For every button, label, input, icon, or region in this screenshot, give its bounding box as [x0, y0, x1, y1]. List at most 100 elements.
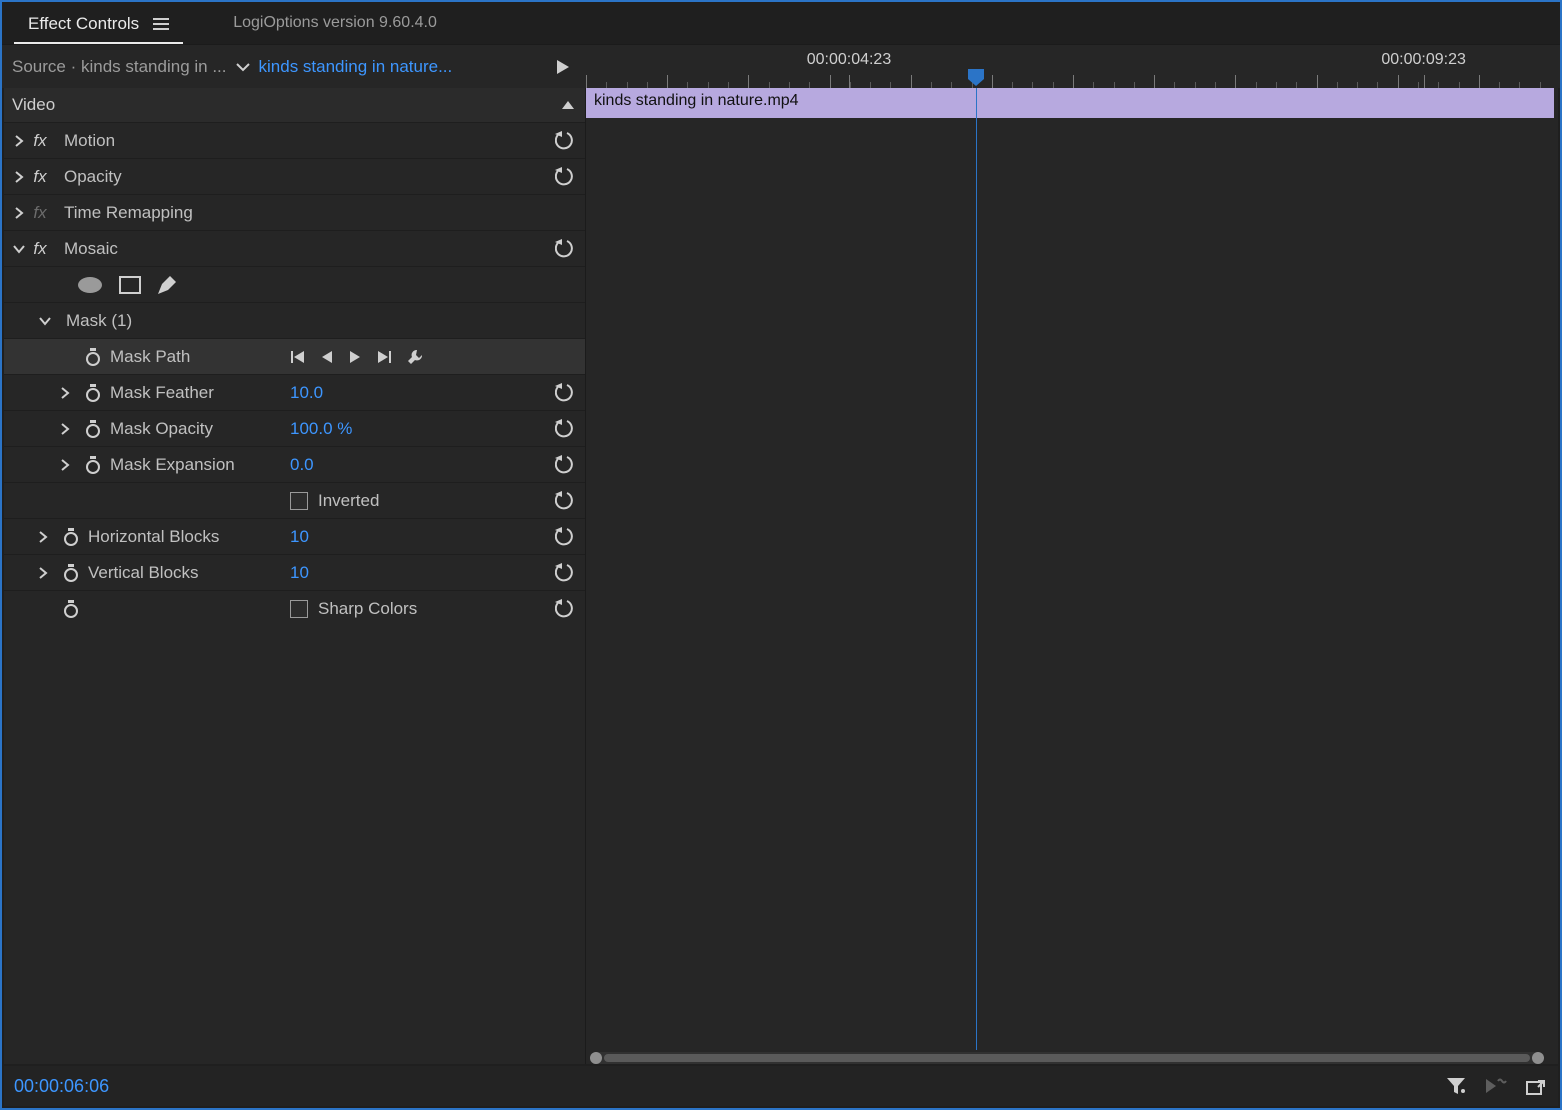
stopwatch-icon[interactable] [84, 384, 102, 402]
chevron-right-icon[interactable] [56, 387, 74, 399]
effects-timeline[interactable]: kinds standing in nature.mp4 [586, 88, 1558, 1064]
fx-badge-icon[interactable]: fx [28, 167, 52, 187]
fx-badge-icon[interactable]: fx [28, 131, 52, 151]
video-section-header[interactable]: Video [4, 88, 585, 122]
effect-label: Opacity [64, 167, 122, 187]
reset-icon[interactable] [555, 455, 577, 475]
clip-strip[interactable]: kinds standing in nature.mp4 [586, 88, 1554, 118]
effect-row-mosaic[interactable]: fx Mosaic [4, 230, 585, 266]
filter-icon[interactable] [1446, 1077, 1466, 1095]
export-frame-icon[interactable] [1526, 1077, 1548, 1095]
pen-mask-icon[interactable] [156, 274, 178, 296]
footer-bar: 00:00:06:06 [4, 1066, 1558, 1106]
property-value[interactable]: 10 [290, 563, 370, 583]
property-label: Sharp Colors [318, 599, 417, 619]
chevron-down-icon[interactable] [36, 316, 54, 326]
property-row-sharp-colors[interactable]: Sharp Colors [4, 590, 585, 626]
property-value[interactable]: 100.0 % [290, 419, 370, 439]
play-only-icon[interactable] [1484, 1077, 1508, 1095]
property-label: Mask Path [110, 347, 190, 367]
property-row-mask-expansion[interactable]: Mask Expansion 0.0 [4, 446, 585, 482]
mask-label: Mask (1) [66, 311, 132, 331]
collapse-up-icon[interactable] [561, 100, 575, 110]
property-value[interactable]: 0.0 [290, 455, 370, 475]
chevron-right-icon[interactable] [56, 459, 74, 471]
reset-icon[interactable] [555, 599, 577, 619]
playhead-line[interactable] [976, 88, 977, 1050]
rectangle-mask-icon[interactable] [118, 275, 142, 295]
stopwatch-icon[interactable] [62, 600, 80, 618]
reset-icon[interactable] [555, 527, 577, 547]
effects-tree: Video fx Motion fx [4, 88, 586, 1064]
ellipse-mask-icon[interactable] [76, 275, 104, 295]
effect-row-time-remapping[interactable]: fx Time Remapping [4, 194, 585, 230]
ruler-timecode: 00:00:04:23 [807, 51, 892, 69]
ruler-timecode: 00:00:09:23 [1381, 51, 1466, 69]
timeline-ruler[interactable]: 00:00:04:23 00:00:09:23 [586, 44, 1560, 88]
reset-icon[interactable] [555, 131, 577, 151]
tab-bar: Effect Controls LogiOptions version 9.60… [2, 2, 1560, 44]
effect-label: Time Remapping [64, 203, 193, 223]
effect-controls-panel: Effect Controls LogiOptions version 9.60… [0, 0, 1562, 1110]
mask-row[interactable]: Mask (1) [4, 302, 585, 338]
fx-badge-icon[interactable]: fx [28, 239, 52, 259]
play-audio-button[interactable] [550, 54, 576, 80]
chevron-right-icon[interactable] [34, 567, 52, 579]
current-timecode[interactable]: 00:00:06:06 [14, 1076, 109, 1097]
checkbox-inverted[interactable] [290, 492, 308, 510]
property-value[interactable]: 10.0 [290, 383, 370, 403]
property-value[interactable]: 10 [290, 527, 370, 547]
property-row-horizontal-blocks[interactable]: Horizontal Blocks 10 [4, 518, 585, 554]
wrench-icon[interactable] [406, 348, 424, 366]
property-label: Vertical Blocks [88, 563, 199, 583]
video-header-label: Video [12, 95, 55, 115]
clip-header: Source · kinds standing in ... kinds sta… [2, 44, 586, 88]
chevron-right-icon[interactable] [10, 135, 28, 147]
reset-icon[interactable] [555, 419, 577, 439]
prev-keyframe-icon[interactable] [290, 350, 306, 364]
property-label: Inverted [318, 491, 379, 511]
reset-icon[interactable] [555, 167, 577, 187]
property-row-mask-feather[interactable]: Mask Feather 10.0 [4, 374, 585, 410]
play-reverse-icon[interactable] [320, 350, 334, 364]
next-keyframe-icon[interactable] [376, 350, 392, 364]
property-row-mask-path[interactable]: Mask Path [4, 338, 585, 374]
chevron-right-icon[interactable] [34, 531, 52, 543]
chevron-right-icon[interactable] [10, 171, 28, 183]
reset-icon[interactable] [555, 491, 577, 511]
property-row-mask-opacity[interactable]: Mask Opacity 100.0 % [4, 410, 585, 446]
scroll-thumb-left-icon[interactable] [590, 1052, 602, 1064]
tab-effect-controls[interactable]: Effect Controls [14, 8, 183, 44]
property-row-vertical-blocks[interactable]: Vertical Blocks 10 [4, 554, 585, 590]
chevron-right-icon[interactable] [10, 207, 28, 219]
stopwatch-icon[interactable] [84, 456, 102, 474]
reset-icon[interactable] [555, 239, 577, 259]
chevron-right-icon[interactable] [56, 423, 74, 435]
scroll-thumb[interactable] [604, 1054, 1530, 1062]
playhead-handle-icon[interactable] [966, 67, 986, 87]
property-label: Mask Feather [110, 383, 214, 403]
stopwatch-icon[interactable] [62, 528, 80, 546]
stopwatch-icon[interactable] [84, 420, 102, 438]
effect-row-opacity[interactable]: fx Opacity [4, 158, 585, 194]
property-row-inverted[interactable]: Inverted [4, 482, 585, 518]
stopwatch-icon[interactable] [62, 564, 80, 582]
chevron-down-icon[interactable] [233, 62, 253, 72]
scroll-thumb-right-icon[interactable] [1532, 1052, 1544, 1064]
reset-icon[interactable] [555, 383, 577, 403]
sequence-clip-link[interactable]: kinds standing in nature... [259, 57, 499, 77]
effect-label: Mosaic [64, 239, 118, 259]
effect-row-motion[interactable]: fx Motion [4, 122, 585, 158]
mask-shape-tools [4, 266, 585, 302]
chevron-down-icon[interactable] [10, 244, 28, 254]
play-forward-icon[interactable] [348, 350, 362, 364]
panel-menu-icon[interactable] [153, 18, 169, 30]
secondary-title: LogiOptions version 9.60.4.0 [233, 14, 437, 32]
property-label: Horizontal Blocks [88, 527, 219, 547]
stopwatch-icon[interactable] [84, 348, 102, 366]
horizontal-scrollbar[interactable] [590, 1052, 1544, 1064]
fx-badge-icon[interactable]: fx [28, 203, 52, 223]
effect-label: Motion [64, 131, 115, 151]
reset-icon[interactable] [555, 563, 577, 583]
checkbox-sharp-colors[interactable] [290, 600, 308, 618]
